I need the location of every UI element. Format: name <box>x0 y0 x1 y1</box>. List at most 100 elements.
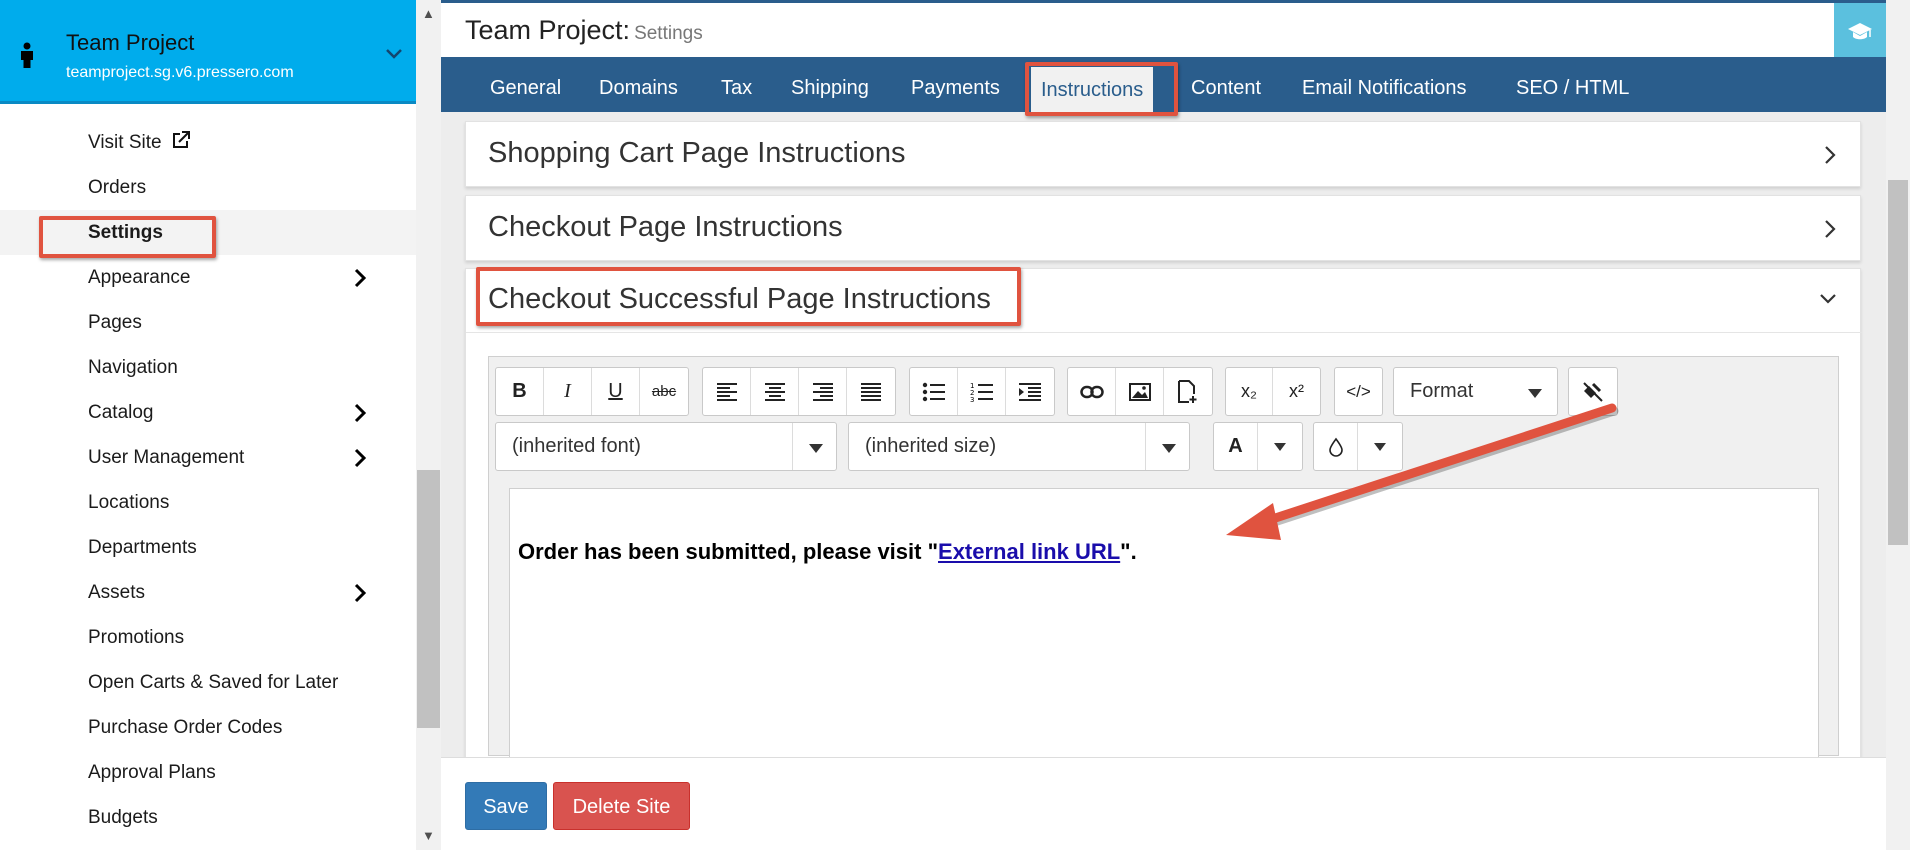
tab-tax[interactable]: Tax <box>721 73 752 103</box>
chevron-down-icon[interactable] <box>1818 291 1838 307</box>
bold-button[interactable]: B <box>496 368 544 415</box>
text-color-menu-button[interactable] <box>1258 423 1302 470</box>
align-left-button[interactable] <box>703 368 751 415</box>
svg-text:3: 3 <box>970 396 974 403</box>
background-color-picker <box>1313 422 1403 471</box>
link-icon <box>1079 385 1104 398</box>
sidebar-item-label: Appearance <box>88 267 191 288</box>
sidebar-item-navigation[interactable]: Navigation <box>0 345 416 390</box>
font-family-select[interactable]: (inherited font) <box>495 422 837 471</box>
background-color-button[interactable] <box>1314 423 1358 470</box>
sidebar-item-departments[interactable]: Departments <box>0 525 416 570</box>
sidebar-item-locations[interactable]: Locations <box>0 480 416 525</box>
text-color-button[interactable]: A <box>1214 423 1258 470</box>
strikethrough-button[interactable]: abc <box>640 368 688 415</box>
subscript-button[interactable]: x₂ <box>1226 368 1274 415</box>
bullet-list-button[interactable] <box>910 368 958 415</box>
tab-shipping[interactable]: Shipping <box>791 73 869 103</box>
sidebar-item-approval-plans[interactable]: Approval Plans <box>0 750 416 795</box>
caret-down-icon <box>809 444 823 453</box>
person-icon <box>21 42 33 68</box>
scroll-up-icon[interactable]: ▲ <box>422 6 435 21</box>
sidebar-item-label: Settings <box>88 222 163 243</box>
sidebar-item-user-management[interactable]: User Management <box>0 435 416 480</box>
sidebar-item-assets[interactable]: Assets <box>0 570 416 615</box>
sidebar-item-budgets[interactable]: Budgets <box>0 795 416 840</box>
editor-text-after: ". <box>1120 539 1137 564</box>
save-button[interactable]: Save <box>465 782 547 830</box>
tab-email-notifications[interactable]: Email Notifications <box>1302 73 1467 103</box>
panel-shopping-cart-instructions[interactable]: Shopping Cart Page Instructions <box>465 121 1861 187</box>
source-code-button[interactable]: </> <box>1335 368 1382 415</box>
editor-content-area[interactable]: Order has been submitted, please visit "… <box>509 488 1819 757</box>
site-title: Team Project <box>66 30 195 55</box>
page-title-text: Team Project: <box>465 15 631 45</box>
settings-tabs: General Domains Tax Shipping Payments In… <box>441 57 1886 112</box>
caret-down-icon <box>1274 442 1286 451</box>
italic-button[interactable]: I <box>544 368 592 415</box>
insert-file-button[interactable] <box>1164 368 1212 415</box>
sidebar-item-appearance[interactable]: Appearance <box>0 255 416 300</box>
sidebar-scrollbar[interactable]: ▲ ▼ <box>416 0 441 850</box>
sidebar-item-settings[interactable]: Settings <box>0 210 416 255</box>
sidebar-item-label: Departments <box>88 537 197 558</box>
sidebar-scroll-thumb[interactable] <box>417 470 440 728</box>
tab-payments[interactable]: Payments <box>911 73 1000 103</box>
toolbar-group-clear <box>1568 367 1618 416</box>
tab-general[interactable]: General <box>490 73 561 103</box>
clear-formatting-button[interactable] <box>1569 368 1617 415</box>
underline-button[interactable]: U <box>592 368 640 415</box>
sidebar-item-label: Visit Site <box>88 132 162 153</box>
site-switcher[interactable]: Team Project teamproject.sg.v6.pressero.… <box>0 0 416 104</box>
delete-site-button[interactable]: Delete Site <box>553 782 690 830</box>
panel-title: Checkout Page Instructions <box>488 211 843 243</box>
sidebar-item-label: Assets <box>88 582 146 603</box>
insert-link-button[interactable] <box>1068 368 1116 415</box>
main-content: Team Project: Settings General Domains Ta… <box>441 0 1886 850</box>
sidebar-item-visit-site[interactable]: Visit Site <box>0 120 416 165</box>
sidebar-item-catalog[interactable]: Catalog <box>0 390 416 435</box>
select-divider <box>792 423 793 470</box>
sidebar-item-promotions[interactable]: Promotions <box>0 615 416 660</box>
align-justify-icon <box>861 382 881 401</box>
external-link-icon <box>172 131 190 148</box>
help-button[interactable] <box>1834 3 1886 57</box>
align-right-button[interactable] <box>799 368 847 415</box>
caret-down-icon <box>1162 444 1176 453</box>
rich-text-editor: B I U abc 123 x₂ x² </> Format (inherite… <box>488 356 1839 757</box>
sidebar-item-pages[interactable]: Pages <box>0 300 416 345</box>
font-size-select[interactable]: (inherited size) <box>848 422 1190 471</box>
tab-seo-html[interactable]: SEO / HTML <box>1516 73 1629 103</box>
sidebar-item-purchase-order-codes[interactable]: Purchase Order Codes <box>0 705 416 750</box>
sidebar-item-label: Pages <box>88 312 142 333</box>
panel-checkout-instructions[interactable]: Checkout Page Instructions <box>465 195 1861 261</box>
indent-icon <box>1019 382 1041 401</box>
format-dropdown[interactable]: Format <box>1393 367 1558 416</box>
chevron-right-icon <box>1825 146 1836 164</box>
sidebar-item-orders[interactable]: Orders <box>0 165 416 210</box>
main-scrollbar[interactable] <box>1886 0 1910 850</box>
page-header: Team Project: Settings <box>441 0 1886 57</box>
indent-button[interactable] <box>1006 368 1054 415</box>
sidebar-item-open-carts[interactable]: Open Carts & Saved for Later <box>0 660 416 705</box>
toolbar-group-lists: 123 <box>909 367 1055 416</box>
main-scroll-thumb[interactable] <box>1888 180 1908 545</box>
justify-button[interactable] <box>847 368 895 415</box>
align-center-button[interactable] <box>751 368 799 415</box>
superscript-button[interactable]: x² <box>1273 368 1320 415</box>
scroll-down-icon[interactable]: ▼ <box>422 828 435 843</box>
background-color-menu-button[interactable] <box>1358 423 1402 470</box>
toolbar-group-basic: B I U abc <box>495 367 689 416</box>
select-divider <box>1145 423 1146 470</box>
chevron-down-icon[interactable] <box>384 46 404 62</box>
tab-domains[interactable]: Domains <box>599 73 678 103</box>
page-title: Team Project: Settings <box>465 15 703 46</box>
tab-content[interactable]: Content <box>1191 73 1261 103</box>
sidebar-nav: Visit Site Orders Settings Appearance Pa… <box>0 120 416 840</box>
tab-instructions[interactable]: Instructions <box>1031 67 1154 112</box>
insert-image-button[interactable] <box>1116 368 1164 415</box>
panel-title[interactable]: Checkout Successful Page Instructions <box>488 283 991 316</box>
caret-down-icon <box>1528 389 1542 398</box>
numbered-list-button[interactable]: 123 <box>958 368 1006 415</box>
external-link[interactable]: External link URL <box>938 539 1120 564</box>
